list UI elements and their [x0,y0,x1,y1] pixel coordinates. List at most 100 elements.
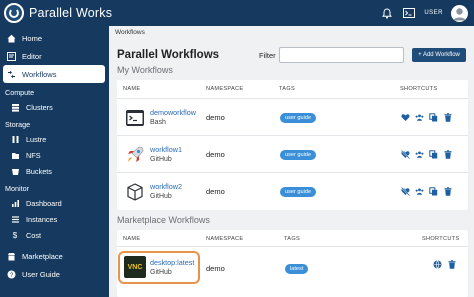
delete-trash-icon[interactable] [443,113,452,122]
column-header-name: NAME [123,236,141,242]
nfs-icon [10,150,20,160]
favorite-heart-icon[interactable] [401,113,410,122]
top-bar: Parallel Works USER [0,0,474,26]
workflow-name-link[interactable]: workflow1 [150,145,182,154]
sidebar-section-compute: Compute [5,88,35,97]
delete-trash-icon[interactable] [447,260,456,269]
avatar[interactable] [451,4,468,22]
sidebar-item-dashboard[interactable]: Dashboard [0,195,109,211]
tag-badge[interactable]: user guide [280,187,317,197]
sidebar-section-monitor: Monitor [5,184,29,193]
sidebar-item-label: Buckets [26,166,52,176]
workflow-namespace: demo [206,187,225,196]
column-header-namespace: NAMESPACE [206,236,244,242]
sidebar-item-marketplace[interactable]: Marketplace [0,247,105,265]
filter-input[interactable] [279,47,404,63]
sidebar-item-workflows[interactable]: Workflows [3,65,105,83]
sidebar: Home Editor Workflows Compute Clusters S… [0,26,109,297]
sidebar-item-home[interactable]: Home [0,29,105,47]
main-content: Workflows Parallel Workflows Filter + Ad… [109,26,474,297]
globe-icon[interactable] [433,260,442,269]
sidebar-item-buckets[interactable]: Buckets [0,163,109,179]
user-guide-icon: ? [6,269,16,279]
workflow-namespace: demo [206,264,225,273]
my-workflows-table: NAME NAMESPACE TAGS SHORTCUTS demoworkfl… [117,80,468,210]
clusters-icon [10,102,20,112]
cube-icon [125,182,145,202]
column-header-shortcuts: SHORTCUTS [400,86,438,92]
table-row[interactable]: workflow2 GitHub demo user guide [117,172,468,210]
sidebar-item-cost[interactable]: $ Cost [0,227,109,243]
dashboard-icon [10,198,20,208]
parallel-works-logo-icon [4,3,24,23]
column-header-name: NAME [123,86,141,92]
sidebar-item-instances[interactable]: Instances [0,211,109,227]
shortcuts [401,150,452,159]
column-header-shortcuts: SHORTCUTS [422,236,460,242]
sidebar-item-label: Clusters [26,102,53,112]
brand-name: Parallel Works [29,6,113,20]
workflows-icon [6,69,16,79]
marketplace-icon [6,251,16,261]
workflows-panel: Parallel Workflows Filter + Add Workflow… [113,39,471,297]
sidebar-item-label: Editor [22,51,42,61]
editor-icon [6,51,16,61]
sidebar-item-lustre[interactable]: Lustre [0,131,109,147]
tag-badge[interactable]: user guide [280,113,317,123]
sidebar-item-label: NFS [26,150,41,160]
sidebar-item-label: Instances [26,214,58,224]
sidebar-item-label: Marketplace [22,251,63,261]
workflow-name-link[interactable]: workflow2 [150,182,182,191]
share-users-icon[interactable] [415,187,424,196]
sidebar-item-nfs[interactable]: NFS [0,147,109,163]
sidebar-item-label: Lustre [26,134,47,144]
column-header-tags: TAGS [284,236,301,242]
user-label[interactable]: USER [424,10,443,16]
dollar-icon: $ [12,230,18,240]
share-users-icon[interactable] [415,113,424,122]
workflow-name-link[interactable]: demoworkflow [150,108,196,117]
sidebar-item-user-guide[interactable]: ? User Guide [0,265,105,283]
sidebar-item-label: User Guide [22,269,60,279]
lustre-icon [10,134,20,144]
copy-icon[interactable] [429,150,438,159]
sidebar-item-label: Cost [26,230,42,240]
workflow-source: GitHub [150,156,172,163]
workflow-source: Bash [150,119,166,126]
home-icon [6,33,16,43]
terminal-icon [125,108,145,128]
shortcuts [433,260,456,269]
sidebar-item-editor[interactable]: Editor [0,47,105,65]
add-workflow-button[interactable]: + Add Workflow [412,48,466,62]
shortcuts [401,113,452,122]
unfavorite-heart-icon[interactable] [401,187,410,196]
sidebar-item-label: Dashboard [26,198,62,208]
marketplace-workflows-title: Marketplace Workflows [117,215,210,225]
table-row[interactable]: VNC desktop:latest GitHub demo latest [117,246,468,288]
instances-icon [10,214,20,224]
tag-badge[interactable]: latest [285,264,309,274]
tag-badge[interactable]: user guide [280,150,317,160]
brand[interactable]: Parallel Works [4,0,112,26]
my-workflows-title: My Workflows [117,65,173,75]
terminal-icon[interactable] [402,6,416,20]
notifications-bell-icon[interactable] [380,6,394,20]
workflow-name-link[interactable]: desktop:latest [150,258,194,267]
workflow-source: GitHub [150,193,172,200]
delete-trash-icon[interactable] [443,150,452,159]
table-row[interactable]: workflow1 GitHub demo user guide [117,135,468,172]
buckets-icon [10,166,20,176]
unfavorite-heart-icon[interactable] [401,150,410,159]
workflow-source: GitHub [150,269,172,276]
sidebar-item-label: Workflows [22,69,57,79]
share-users-icon[interactable] [415,150,424,159]
copy-icon[interactable] [429,187,438,196]
column-header-tags: TAGS [279,86,296,92]
delete-trash-icon[interactable] [443,187,452,196]
copy-icon[interactable] [429,113,438,122]
breadcrumb[interactable]: Workflows [115,26,145,38]
vnc-icon: VNC [124,256,146,278]
marketplace-workflows-table: NAME NAMESPACE TAGS SHORTCUTS VNC deskto… [117,230,468,297]
sidebar-item-clusters[interactable]: Clusters [0,99,109,115]
table-row[interactable]: demoworkflow Bash demo user guide [117,98,468,135]
